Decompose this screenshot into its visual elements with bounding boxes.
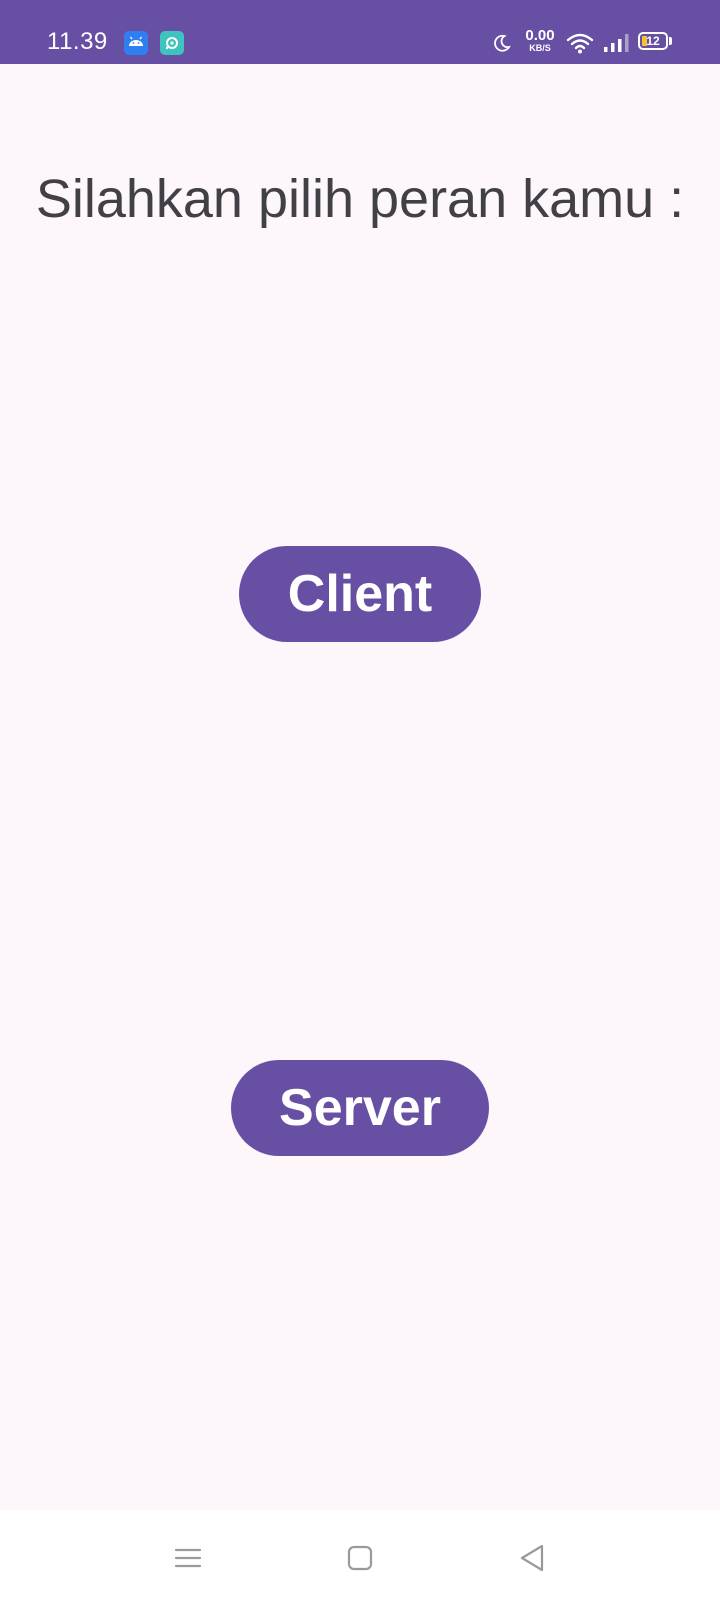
status-bar: 11.39 0.00 KB/S 12 — [0, 0, 720, 64]
server-button[interactable]: Server — [231, 1060, 489, 1156]
wifi-icon — [566, 32, 594, 59]
android-icon — [124, 31, 148, 55]
network-speed-value: 0.00 — [525, 27, 555, 44]
battery-nub — [669, 37, 672, 45]
navigation-bar — [0, 1510, 720, 1600]
home-icon[interactable] — [340, 1538, 380, 1578]
app-notification-icon — [160, 31, 184, 55]
page-title: Silahkan pilih peran kamu : — [35, 169, 685, 229]
signal-icon — [602, 33, 630, 58]
network-speed: 0.00 KB/S — [520, 28, 560, 53]
status-icons: 0.00 KB/S 12 — [460, 0, 720, 64]
status-time: 11.39 — [47, 28, 108, 55]
battery-icon: 12 — [638, 32, 668, 50]
menu-icon[interactable] — [168, 1538, 208, 1578]
moon-icon — [492, 33, 512, 58]
battery-level: 12 — [646, 34, 660, 48]
back-icon[interactable] — [512, 1538, 552, 1578]
client-button[interactable]: Client — [239, 546, 481, 642]
network-speed-unit: KB/S — [529, 43, 551, 53]
